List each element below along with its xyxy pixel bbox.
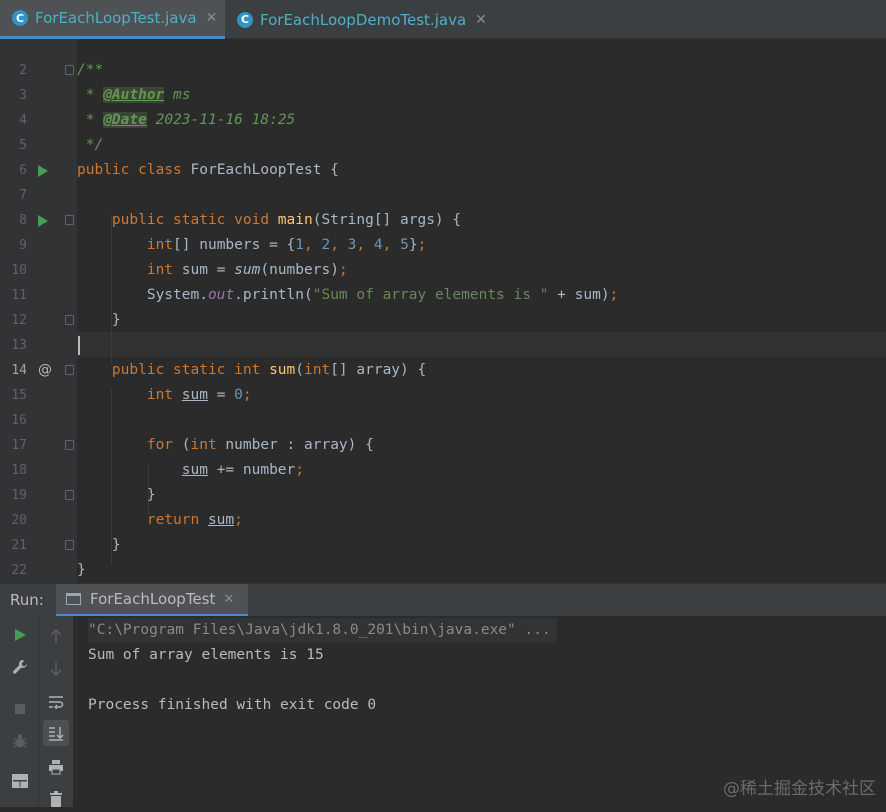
fold-icon[interactable]: [65, 490, 74, 500]
code-line: 8: [19, 213, 27, 228]
run-tab-label: ForEachLoopTest: [90, 590, 216, 608]
close-icon[interactable]: ✕: [223, 592, 234, 607]
close-icon[interactable]: ✕: [475, 12, 487, 28]
run-toolbar: [0, 616, 39, 807]
code-line: 13 }: [11, 312, 121, 353]
code-line: 12 System.out.println("Sum of array elem…: [11, 287, 619, 328]
run-main-icon[interactable]: [38, 215, 48, 227]
code-line: 3 /**: [19, 62, 104, 103]
watermark: @稀土掘金技术社区: [723, 779, 876, 799]
code-line: 22 }: [11, 537, 121, 578]
run-panel: "C:\Program Files\Java\jdk1.8.0_201\bin\…: [0, 616, 886, 807]
tab-label: ForEachLoopDemoTest.java: [260, 10, 467, 29]
console-icon: [66, 593, 81, 605]
tab-foreachloopdemotest[interactable]: C ForEachLoopDemoTest.java ✕: [225, 0, 490, 39]
trash-icon[interactable]: [43, 786, 69, 812]
fold-icon[interactable]: [65, 365, 74, 375]
run-panel-label: Run:: [10, 591, 44, 609]
scroll-to-end-icon[interactable]: [43, 720, 69, 746]
code-editor[interactable]: 2 3 /** 4 * @Author ms 5 * @Date 2023-11…: [0, 39, 886, 583]
code-line: 21 return sum;: [11, 512, 243, 553]
console-command-line[interactable]: "C:\Program Files\Java\jdk1.8.0_201\bin\…: [88, 618, 557, 643]
code-line: 11 int sum = sum(numbers);: [11, 262, 348, 303]
tab-label: ForEachLoopTest.java: [35, 9, 197, 27]
print-icon[interactable]: [43, 754, 69, 780]
code-line: 5 * @Date 2023-11-16 18:25: [19, 112, 296, 153]
code-line: 2: [19, 63, 27, 78]
code-line: 9 public static void main(String[] args)…: [19, 212, 462, 253]
run-panel-header: Run: ForEachLoopTest ✕: [0, 583, 886, 617]
code-line: 7 public class ForEachLoopTest {: [19, 162, 339, 203]
code-line: 20 }: [11, 487, 156, 528]
stop-icon[interactable]: [7, 696, 33, 722]
override-at-icon[interactable]: @: [38, 358, 52, 383]
arrow-down-icon[interactable]: [43, 656, 69, 682]
run-tab-foreachlooptest[interactable]: ForEachLoopTest ✕: [56, 584, 248, 617]
close-icon[interactable]: ✕: [206, 10, 218, 26]
console-output-line: Sum of array elements is 15: [88, 647, 324, 663]
fold-icon[interactable]: [65, 315, 74, 325]
tab-foreachlooptest[interactable]: C ForEachLoopTest.java ✕: [0, 0, 225, 39]
class-c-icon: C: [12, 10, 28, 26]
fold-icon[interactable]: [65, 215, 74, 225]
fold-icon[interactable]: [65, 65, 74, 75]
code-line: 4 * @Author ms: [19, 87, 191, 128]
code-line: 6 */: [19, 137, 104, 178]
wrench-icon[interactable]: [7, 654, 33, 680]
code-line: 19 sum += number;: [11, 462, 305, 503]
layout-icon[interactable]: [7, 768, 33, 794]
class-c-icon: C: [237, 11, 253, 28]
code-line: 17: [11, 438, 27, 453]
code-line: 18 for (int number : array) {: [11, 437, 374, 478]
console-toolbar: [39, 616, 74, 807]
code-line-current: 14: [0, 333, 886, 378]
arrow-up-icon[interactable]: [43, 623, 69, 649]
console-output-line: Process finished with exit code 0: [88, 697, 377, 713]
code-line: 23 }: [77, 562, 86, 578]
code-line: 15 @ public static int sum(int[] array) …: [0, 358, 886, 403]
text-caret: [78, 335, 80, 355]
soft-wrap-icon[interactable]: [43, 689, 69, 715]
editor-tab-bar: C ForEachLoopTest.java ✕ C ForEachLoopDe…: [0, 0, 886, 39]
code-line: 16 int sum = 0;: [11, 387, 252, 428]
run-class-icon[interactable]: [38, 165, 48, 177]
debug-bug-icon[interactable]: [7, 728, 33, 754]
rerun-icon[interactable]: [7, 622, 33, 648]
fold-icon[interactable]: [65, 440, 74, 450]
fold-icon[interactable]: [65, 540, 74, 550]
code-line: 10 int[] numbers = {1, 2, 3, 4, 5};: [11, 237, 427, 278]
